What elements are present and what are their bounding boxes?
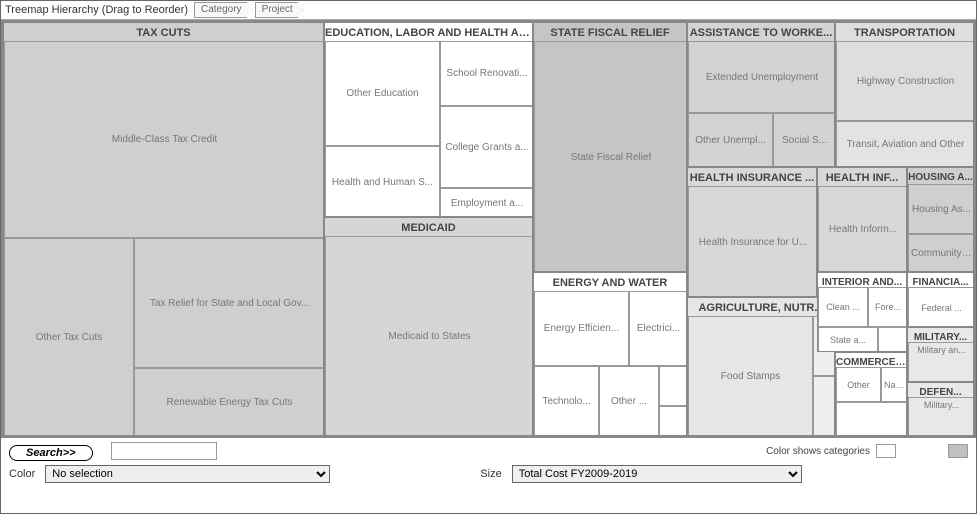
cat-label: MILITARY... bbox=[908, 328, 973, 343]
proj[interactable] bbox=[659, 366, 687, 406]
proj[interactable]: Other ... bbox=[599, 366, 659, 436]
proj[interactable]: Other bbox=[836, 367, 881, 402]
proj[interactable]: Renewable Energy Tax Cuts bbox=[134, 368, 324, 436]
proj[interactable]: Housing As... bbox=[908, 184, 974, 234]
topbar-title: Treemap Hierarchy (Drag to Reorder) bbox=[5, 4, 188, 16]
proj[interactable]: State a... bbox=[818, 327, 878, 352]
cat-transport[interactable]: TRANSPORTATION Highway Construction Tran… bbox=[835, 22, 974, 167]
proj[interactable]: Nati... bbox=[881, 367, 907, 402]
proj[interactable]: Employment a... bbox=[440, 188, 533, 217]
crumb-project[interactable]: Project bbox=[255, 2, 304, 18]
cat-agriculture[interactable]: AGRICULTURE, NUTR... Food Stamps bbox=[687, 297, 835, 436]
search-button[interactable]: Search>> bbox=[9, 445, 93, 461]
proj[interactable]: Military an... bbox=[908, 342, 974, 382]
proj[interactable]: School Renovati... bbox=[440, 41, 533, 106]
proj[interactable]: Extended Unemployment bbox=[688, 41, 835, 113]
proj[interactable]: Middle-Class Tax Credit bbox=[4, 41, 324, 238]
cat-label: STATE FISCAL RELIEF bbox=[534, 23, 686, 39]
proj[interactable] bbox=[813, 376, 835, 436]
proj[interactable]: Highway Construction bbox=[836, 41, 974, 121]
cat-defense[interactable]: DEFEN... Military... bbox=[907, 382, 974, 436]
proj[interactable]: Technolo... bbox=[534, 366, 599, 436]
cat-housing[interactable]: HOUSING A... Housing As... Community ... bbox=[907, 167, 974, 272]
proj[interactable]: Social S... bbox=[773, 113, 835, 167]
cat-label: ASSISTANCE TO WORKE... bbox=[688, 23, 834, 39]
cat-financial[interactable]: FINANCIA... Federal ... bbox=[907, 272, 974, 327]
color-select[interactable]: No selection bbox=[45, 465, 330, 483]
cat-education[interactable]: EDUCATION, LABOR AND HEALTH AN... Other … bbox=[324, 22, 533, 217]
size-label: Size bbox=[480, 468, 501, 480]
proj[interactable]: Energy Efficien... bbox=[534, 291, 629, 366]
proj[interactable]: Other Unempl... bbox=[688, 113, 773, 167]
proj[interactable]: State Fiscal Relief bbox=[534, 41, 687, 272]
treemap[interactable]: TAX CUTS Middle-Class Tax Credit Other T… bbox=[1, 20, 976, 438]
cat-label: MEDICAID bbox=[325, 218, 532, 234]
proj[interactable]: Transit, Aviation and Other bbox=[836, 121, 974, 167]
proj[interactable]: Food Stamps bbox=[688, 316, 813, 436]
proj[interactable]: Health Insurance for U... bbox=[688, 186, 817, 297]
cat-health-ins[interactable]: HEALTH INSURANCE ... Health Insurance fo… bbox=[687, 167, 817, 297]
cat-label: HEALTH INF... bbox=[818, 168, 906, 184]
topbar: Treemap Hierarchy (Drag to Reorder) Cate… bbox=[1, 1, 976, 20]
cat-medicaid[interactable]: MEDICAID Medicaid to States bbox=[324, 217, 533, 436]
crumb-category[interactable]: Category bbox=[194, 2, 253, 18]
cat-health-inf[interactable]: HEALTH INF... Health Inform... bbox=[817, 167, 907, 272]
proj[interactable]: Community ... bbox=[908, 234, 974, 272]
proj[interactable]: Other Education bbox=[325, 41, 440, 146]
search-input[interactable] bbox=[111, 442, 217, 460]
app-window: Treemap Hierarchy (Drag to Reorder) Cate… bbox=[0, 0, 977, 514]
proj[interactable] bbox=[659, 406, 687, 436]
cat-label: TRANSPORTATION bbox=[836, 23, 973, 39]
proj[interactable]: Military... bbox=[908, 397, 974, 436]
cat-label: FINANCIA... bbox=[908, 273, 973, 288]
cat-energy[interactable]: ENERGY AND WATER Energy Efficien... Elec… bbox=[533, 272, 687, 436]
size-select[interactable]: Total Cost FY2009-2019 bbox=[512, 465, 802, 483]
cat-label: DEFEN... bbox=[908, 383, 973, 398]
proj[interactable] bbox=[836, 402, 907, 436]
bottom-controls: Search>> Color shows categories Color No… bbox=[1, 438, 976, 487]
cat-commerce[interactable]: COMMERCE, ... Other Nati... bbox=[835, 352, 907, 436]
cat-label: ENERGY AND WATER bbox=[534, 273, 686, 289]
color-label: Color bbox=[9, 468, 35, 480]
cat-label: AGRICULTURE, NUTR... bbox=[688, 298, 834, 314]
proj[interactable]: Health and Human S... bbox=[325, 146, 440, 217]
proj[interactable]: Health Inform... bbox=[818, 186, 907, 272]
proj[interactable]: College Grants a... bbox=[440, 106, 533, 188]
proj[interactable] bbox=[878, 327, 907, 352]
legend: Color shows categories bbox=[766, 444, 968, 458]
cat-label: INTERIOR AND... bbox=[818, 273, 906, 288]
cat-military[interactable]: MILITARY... Military an... bbox=[907, 327, 974, 382]
cat-tax-cuts[interactable]: TAX CUTS Middle-Class Tax Credit Other T… bbox=[3, 22, 324, 436]
proj[interactable]: Medicaid to States bbox=[325, 236, 533, 436]
cat-state-fiscal[interactable]: STATE FISCAL RELIEF State Fiscal Relief bbox=[533, 22, 687, 272]
proj[interactable]: Electrici... bbox=[629, 291, 687, 366]
cat-label: TAX CUTS bbox=[4, 23, 323, 39]
proj[interactable]: Fore... bbox=[868, 287, 907, 327]
proj[interactable]: Other Tax Cuts bbox=[4, 238, 134, 436]
proj[interactable]: Tax Relief for State and Local Gov... bbox=[134, 238, 324, 368]
proj[interactable]: Federal ... bbox=[908, 287, 974, 327]
cat-interior[interactable]: INTERIOR AND... Clean ... Fore... State … bbox=[817, 272, 907, 352]
cat-assistance[interactable]: ASSISTANCE TO WORKE... Extended Unemploy… bbox=[687, 22, 835, 167]
cat-label: EDUCATION, LABOR AND HEALTH AN... bbox=[325, 23, 532, 39]
cat-label: HEALTH INSURANCE ... bbox=[688, 168, 816, 184]
cat-label: HOUSING A... bbox=[908, 168, 973, 183]
cat-label: COMMERCE, ... bbox=[836, 353, 906, 368]
legend-label: Color shows categories bbox=[766, 446, 870, 457]
legend-swatch-light bbox=[876, 444, 896, 458]
legend-swatch-dark bbox=[948, 444, 968, 458]
proj[interactable]: Clean ... bbox=[818, 287, 868, 327]
